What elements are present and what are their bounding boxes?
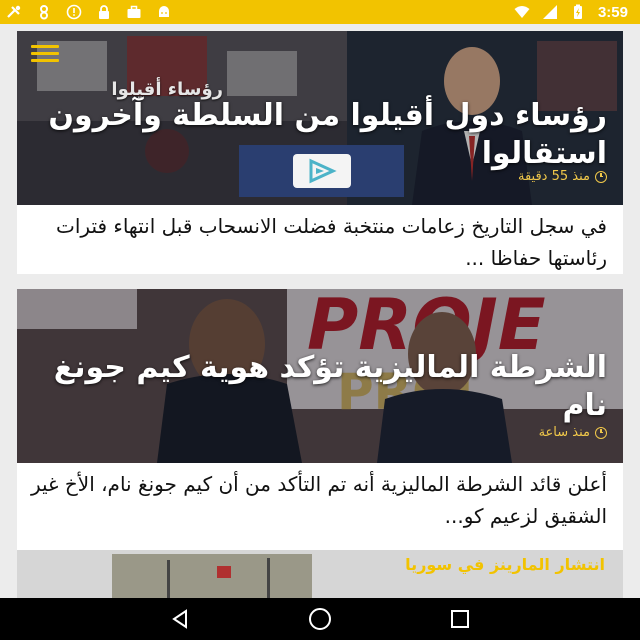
- status-bar: 3:59: [0, 0, 640, 24]
- home-circle-icon: [309, 608, 331, 630]
- menu-icon[interactable]: [31, 45, 59, 63]
- news-card[interactable]: رؤساء أقيلوا رؤساء دول أقيلوا من السلطة …: [17, 31, 623, 274]
- contact-icon: [36, 4, 52, 20]
- article-timestamp: منذ ساعة: [539, 425, 607, 440]
- recents-button[interactable]: [440, 599, 480, 639]
- article-timestamp: منذ 55 دقيقة: [518, 169, 607, 184]
- clock-icon: [595, 170, 607, 183]
- navigation-bar: [0, 598, 640, 640]
- briefcase-icon: [126, 4, 142, 20]
- play-logo-icon: [239, 145, 404, 197]
- info-icon: [66, 4, 82, 20]
- news-feed[interactable]: رؤساء أقيلوا رؤساء دول أقيلوا من السلطة …: [0, 24, 640, 598]
- article-image[interactable]: PROJE PROJ الشرطة الماليزية تؤكد هوية كي…: [17, 289, 623, 463]
- lock-icon: [96, 4, 112, 20]
- article-headline[interactable]: انتشار المارينز في سوريا: [405, 554, 605, 576]
- tools-icon: [6, 4, 22, 20]
- home-button[interactable]: [300, 599, 340, 639]
- article-headline[interactable]: الشرطة الماليزية تؤكد هوية كيم جونغ نام: [47, 349, 607, 425]
- article-summary[interactable]: في سجل التاريخ زعامات منتخبة فضلت الانسح…: [17, 205, 623, 274]
- back-button[interactable]: [160, 599, 200, 639]
- signal-icon: [542, 4, 558, 20]
- news-card[interactable]: PROJE PROJ الشرطة الماليزية تؤكد هوية كي…: [17, 289, 623, 554]
- article-image[interactable]: رؤساء أقيلوا رؤساء دول أقيلوا من السلطة …: [17, 31, 623, 205]
- wifi-icon: [514, 4, 530, 20]
- timestamp-text: منذ ساعة: [538, 425, 590, 440]
- back-triangle-icon: [172, 609, 187, 629]
- news-card[interactable]: انتشار المارينز في سوريا: [17, 546, 623, 598]
- article-summary[interactable]: أعلن قائد الشرطة الماليزية أنه تم التأكد…: [17, 463, 623, 532]
- android-icon: [156, 4, 172, 20]
- status-time: 3:59: [597, 3, 628, 21]
- battery-icon: [570, 4, 586, 20]
- recents-square-icon: [451, 610, 469, 628]
- article-image[interactable]: انتشار المارينز في سوريا: [17, 546, 623, 598]
- clock-icon: [595, 426, 607, 439]
- timestamp-text: منذ 55 دقيقة: [518, 169, 590, 184]
